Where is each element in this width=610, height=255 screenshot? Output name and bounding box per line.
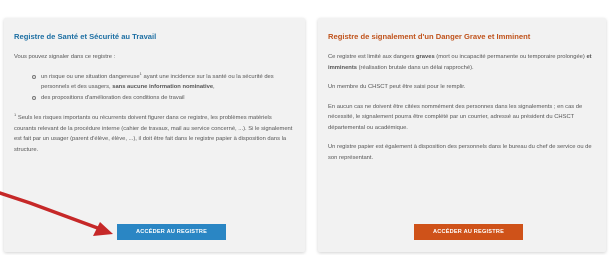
access-danger-register-button[interactable]: ACCÉDER AU REGISTRE xyxy=(414,224,523,240)
access-register-button[interactable]: ACCÉDER AU REGISTRE xyxy=(117,224,226,240)
list-item: un risque ou une situation dangereuse1 a… xyxy=(32,71,295,93)
footnote-text: 1 Seuls les risques importants ou récurr… xyxy=(14,112,293,153)
naming-warning-text: En aucun cas ne doivent être citées nomm… xyxy=(328,103,583,131)
chsct-text: Un membre du CHSCT peut être saisi pour … xyxy=(328,84,466,90)
health-safety-register-card: Registre de Santé et Sécurité au Travail… xyxy=(4,18,305,252)
list-item: des propositions d'amélioration des cond… xyxy=(32,93,295,104)
danger-scope-text: Ce registre est limité aux dangers grave… xyxy=(328,54,592,71)
grave-danger-register-card: Registre de signalement d'un Danger Grav… xyxy=(318,18,606,252)
card-title: Registre de Santé et Sécurité au Travail xyxy=(14,32,157,41)
intro-text: Vous pouvez signaler dans ce registre : xyxy=(14,54,116,60)
paper-register-text: Un registre papier est également à dispo… xyxy=(328,144,592,161)
signal-list: un risque ou une situation dangereuse1 a… xyxy=(14,71,295,104)
card-title: Registre de signalement d'un Danger Grav… xyxy=(328,32,531,41)
